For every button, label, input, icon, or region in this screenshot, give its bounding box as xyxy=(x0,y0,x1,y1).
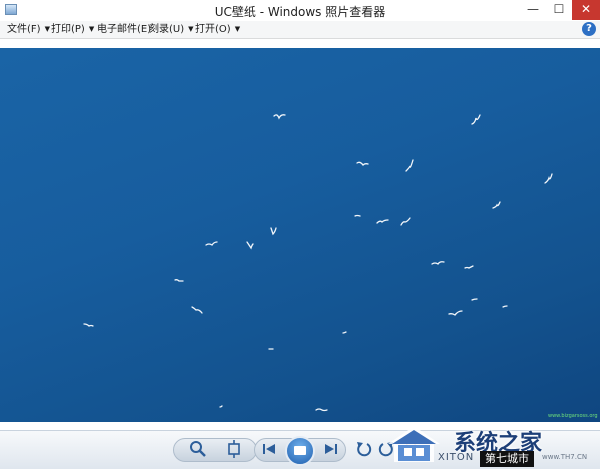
seagull-icon xyxy=(492,201,501,209)
viewer-top-margin xyxy=(0,39,600,48)
maximize-button[interactable]: ☐ xyxy=(546,0,572,20)
dropdown-arrow-icon: ▼ xyxy=(88,25,95,33)
dropdown-arrow-icon: ▼ xyxy=(234,25,241,33)
seagull-icon xyxy=(315,408,328,412)
zoom-icon[interactable] xyxy=(186,439,210,466)
seagull-icon xyxy=(544,173,553,184)
seagull-icon xyxy=(471,114,481,125)
seagull-icon xyxy=(431,261,445,265)
seagull-icon xyxy=(376,219,389,224)
photo-display[interactable]: www.bizgarsoss.org xyxy=(0,48,600,422)
menu-burn[interactable]: 刻录(U) ▼ xyxy=(149,23,194,37)
seagull-icon xyxy=(471,298,478,301)
close-button[interactable]: ✕ xyxy=(572,0,600,20)
seagull-icon xyxy=(342,331,347,334)
fit-window-icon[interactable] xyxy=(222,439,246,466)
site-sub-brand: 第七城市 xyxy=(480,451,534,467)
menu-bar: 文件(F) ▼ 打印(P) ▼ 电子邮件(E) 刻录(U) ▼ 打开(O) ▼ ? xyxy=(0,21,600,39)
rotate-ccw-icon[interactable] xyxy=(354,439,374,466)
seagull-icon xyxy=(356,161,369,166)
menu-print[interactable]: 打印(P) ▼ xyxy=(51,23,94,37)
seagull-icon xyxy=(502,305,508,308)
seagull-icon xyxy=(273,114,286,120)
seagull-icon xyxy=(205,241,218,246)
slideshow-button[interactable] xyxy=(285,436,315,466)
seagull-icon xyxy=(191,306,203,314)
help-button[interactable]: ? xyxy=(582,22,596,36)
menu-open[interactable]: 打开(O) ▼ xyxy=(195,23,240,37)
seagull-icon xyxy=(246,241,254,250)
seagull-icon xyxy=(174,279,184,282)
seagull-icon xyxy=(400,217,411,226)
menu-print-label: 打印(P) xyxy=(51,24,85,35)
dropdown-arrow-icon: ▼ xyxy=(188,25,194,33)
minimize-button[interactable]: — xyxy=(520,0,546,20)
dropdown-arrow-icon: ▼ xyxy=(44,25,50,33)
slideshow-icon xyxy=(294,446,306,455)
seagull-icon xyxy=(405,159,414,172)
menu-email-label: 电子邮件(E) xyxy=(97,24,152,35)
menu-email[interactable]: 电子邮件(E) xyxy=(97,23,151,37)
menu-file[interactable]: 文件(F) ▼ xyxy=(7,23,50,37)
seagulls-image xyxy=(83,114,553,412)
photo-site-watermark: www.bizgarsoss.org xyxy=(548,413,598,419)
site-brand-latin: XITON xyxy=(438,452,475,463)
seagull-icon xyxy=(270,227,277,236)
seagull-icon xyxy=(464,265,474,269)
menu-open-label: 打开(O) xyxy=(195,24,231,35)
seagull-icon xyxy=(354,214,361,217)
seagull-icon xyxy=(448,310,463,316)
title-bar: UC壁纸 - Windows 照片查看器 — ☐ ✕ xyxy=(0,0,600,22)
seagull-icon xyxy=(219,405,223,408)
site-url: www.TH7.CN xyxy=(542,453,588,461)
next-icon[interactable] xyxy=(320,439,342,466)
menu-burn-label: 刻录(U) xyxy=(149,24,185,35)
window-title: UC壁纸 - Windows 照片查看器 xyxy=(214,5,386,19)
house-logo-icon xyxy=(388,426,440,462)
previous-icon[interactable] xyxy=(258,439,280,466)
menu-file-label: 文件(F) xyxy=(7,24,41,35)
seagull-icon xyxy=(83,323,94,327)
